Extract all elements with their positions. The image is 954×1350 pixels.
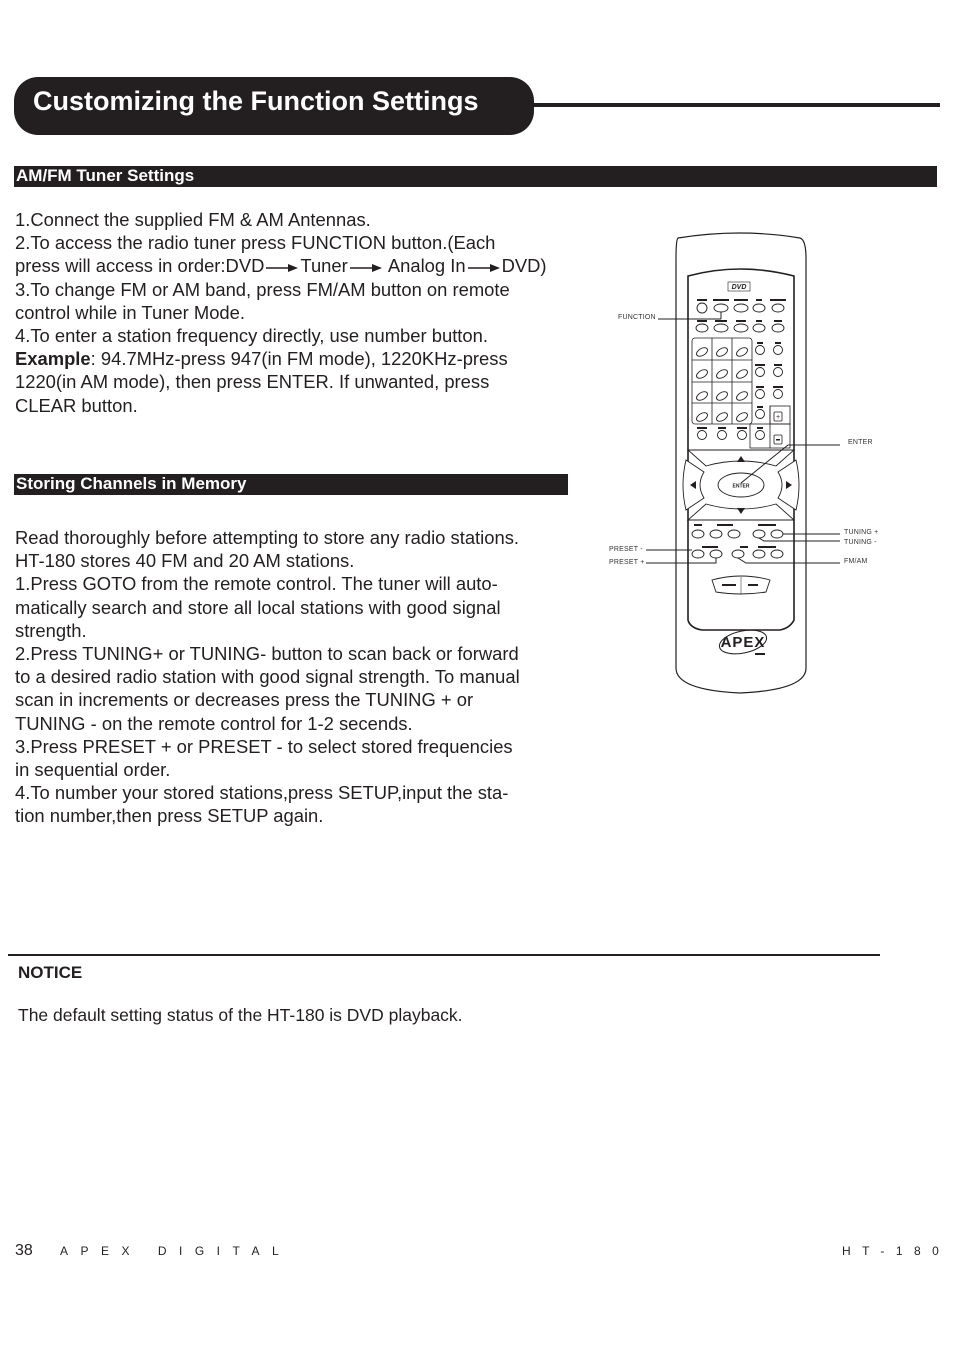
amfm-step-3-cont: control while in Tuner Mode. [15, 301, 245, 323]
notice-divider [8, 954, 880, 956]
order-item: Analog In [387, 255, 466, 277]
function-button [713, 303, 729, 313]
enter-button-label: ENTER [733, 484, 750, 490]
callout-preset-minus: PRESET - [609, 546, 643, 553]
order-item: DVD [225, 255, 265, 277]
fm-am-button [731, 549, 745, 559]
remote-control-diagram: DVD + ENTER APEX FUNCTION ENTER TUNING +… [600, 228, 890, 698]
footer-brand: APEX DIGITAL [60, 1244, 292, 1258]
storing-line: HT-180 stores 40 FM and 20 AM stations. [15, 550, 355, 572]
section-heading-storing: Storing Channels in Memory [14, 474, 568, 495]
arrow-right-icon [266, 263, 299, 273]
preset-plus-button [709, 549, 723, 559]
storing-line: scan in increments or decreases press th… [15, 689, 474, 711]
storing-line: tion number,then press SETUP again. [15, 805, 324, 827]
order-item: DVD) [501, 255, 547, 277]
apex-logo: APEX [721, 634, 766, 651]
remote-button [752, 549, 766, 559]
storing-line: TUNING - on the remote control for 1-2 s… [15, 712, 413, 734]
callout-tuning-minus: TUNING - [844, 539, 877, 546]
order-prefix: press will access in order: [15, 255, 226, 277]
storing-line: to a desired radio station with good sig… [15, 666, 520, 688]
callout-enter: ENTER [848, 439, 873, 446]
amfm-step-1: 1.Connect the supplied FM & AM Antennas. [15, 209, 371, 230]
page-title: Customizing the Function Settings [33, 86, 479, 116]
notice-text: The default setting status of the HT-180… [18, 1005, 463, 1025]
remote-button [733, 323, 749, 333]
remote-button [752, 323, 766, 333]
callout-fm-am: FM/AM [844, 558, 868, 565]
example-label: Example [15, 348, 91, 370]
remote-illustration: DVD + ENTER APEX [646, 232, 840, 694]
amfm-order-line: press will access in order:DVD Tuner Anal… [15, 254, 547, 277]
section-heading-amfm: AM/FM Tuner Settings [14, 166, 937, 187]
preset-minus-button [691, 549, 705, 559]
amfm-example: Example: 94.7MHz-press 947(in FM mode), … [15, 347, 547, 370]
amfm-example-cont: 1220(in AM mode), then press ENTER. If u… [15, 371, 490, 393]
goto-button [691, 529, 705, 539]
callout-function: FUNCTION [618, 314, 656, 321]
notice-title: NOTICE [18, 963, 83, 982]
footer-model: HT-180 [842, 1244, 951, 1258]
storing-line: strength. [15, 619, 87, 641]
remote-button [709, 529, 723, 539]
remote-button [733, 303, 749, 313]
amfm-step-4: 4.To enter a station frequency directly,… [15, 325, 488, 347]
storing-line: in sequential order. [15, 759, 171, 781]
title-rule [530, 103, 940, 107]
remote-button [752, 303, 766, 313]
storing-line: 3.Press PRESET + or PRESET - to select s… [15, 735, 513, 757]
svg-text:+: + [776, 414, 780, 421]
storing-line: 4.To number your stored stations,press S… [15, 782, 509, 804]
amfm-step-3: 3.To change FM or AM band, press FM/AM b… [15, 278, 510, 300]
dvd-badge: DVD [732, 284, 747, 291]
order-item: Tuner [300, 255, 348, 277]
storing-line: 1.Press GOTO from the remote control. Th… [15, 573, 498, 595]
storing-instructions: Read thoroughly before attempting to sto… [15, 526, 520, 828]
storing-line: matically search and store all local sta… [15, 596, 501, 618]
remote-button [771, 303, 785, 313]
callout-preset-plus: PRESET + [609, 559, 645, 566]
amfm-instructions: 1.Connect the supplied FM & AM Antennas.… [15, 208, 547, 417]
arrow-right-icon [349, 263, 382, 273]
remote-button [713, 323, 729, 333]
example-text: : 94.7MHz-press 947(in FM mode), 1220KHz… [90, 348, 508, 370]
remote-button [770, 549, 784, 559]
storing-line: Read thoroughly before attempting to sto… [15, 527, 520, 548]
storing-line: 2.Press TUNING+ or TUNING- button to sca… [15, 643, 519, 665]
tuning-minus-button [752, 529, 766, 539]
remote-button [695, 323, 709, 333]
arrow-right-icon [467, 263, 500, 273]
amfm-example-end: CLEAR button. [15, 394, 138, 416]
callout-tuning-plus: TUNING + [844, 529, 879, 536]
remote-button [727, 529, 741, 539]
remote-button [771, 323, 785, 333]
tuning-plus-button [770, 529, 784, 539]
page-number: 38 [15, 1242, 33, 1259]
power-button [696, 302, 708, 314]
amfm-step-2: 2.To access the radio tuner press FUNCTI… [15, 232, 496, 254]
